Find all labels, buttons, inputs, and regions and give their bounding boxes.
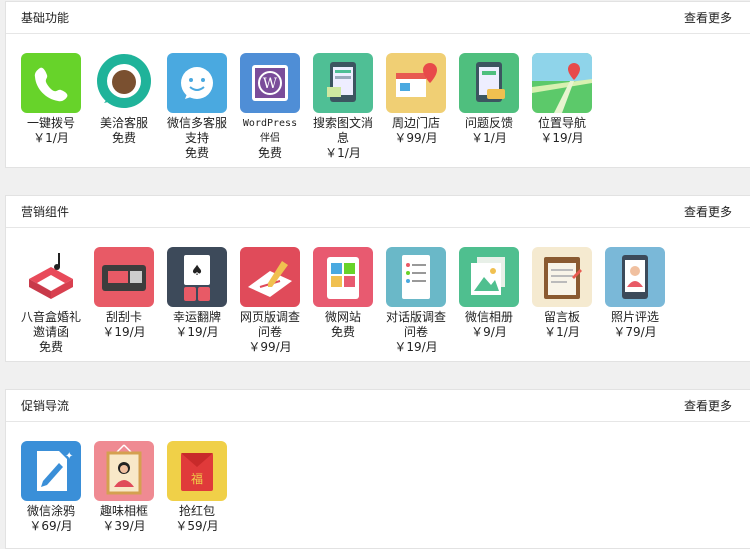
app-price: ￥1/月 [544, 325, 580, 339]
app-item-scratch-card[interactable]: 刮刮卡 ￥19/月 [94, 247, 167, 355]
app-price: ￥1/月 [325, 146, 361, 160]
phone-news-icon [313, 53, 373, 113]
music-box-icon [21, 247, 81, 307]
app-item-micro-site[interactable]: 微网站 免费 [313, 247, 386, 355]
app-item-message-board[interactable]: 留言板 ￥1/月 [532, 247, 605, 355]
app-price: ￥79/月 [613, 325, 657, 339]
app-price: ￥19/月 [394, 340, 438, 354]
app-price: ￥19/月 [540, 131, 584, 145]
app-grid: 一键拨号 ￥1/月 美洽客服 免费 微信多客服支持 免费 W WordPress… [6, 34, 750, 161]
doodle-icon: ✦ [21, 441, 81, 501]
phone-feedback-icon [459, 53, 519, 113]
dialog-survey-icon [386, 247, 446, 307]
app-name: 一键拨号 [26, 116, 75, 130]
photo-vote-icon [605, 247, 665, 307]
app-name: 美洽客服 [99, 116, 148, 130]
wordpress-icon: W [240, 53, 300, 113]
app-item-multi-cs[interactable]: 微信多客服支持 免费 [167, 53, 240, 161]
app-name: 趣味相框 [99, 504, 148, 518]
app-name: 问题反馈 [464, 116, 513, 130]
svg-text:W: W [263, 76, 278, 92]
chat-bubble-icon [94, 53, 154, 113]
app-grid: ✦ 微信涂鸦 ￥69/月 趣味相框 ￥39/月 福 抢红包 ￥59/月 [6, 422, 750, 534]
app-name: 幸运翻牌 [172, 310, 221, 324]
app-name: 留言板 [543, 310, 580, 324]
app-name: WordPress伴侣 [242, 118, 298, 144]
app-price: ￥39/月 [102, 519, 146, 533]
app-item-feedback[interactable]: 问题反馈 ￥1/月 [459, 53, 532, 161]
app-name: 网页版调查问卷 [240, 310, 301, 339]
message-board-icon [532, 247, 592, 307]
view-more-link[interactable]: 查看更多 [684, 203, 732, 220]
view-more-link[interactable]: 查看更多 [684, 397, 732, 414]
app-price: ￥69/月 [29, 519, 73, 533]
section-title: 促销导流 [21, 399, 70, 413]
survey-pen-icon [240, 247, 300, 307]
app-item-music-box[interactable]: 八音盒婚礼邀请函 免费 [21, 247, 94, 355]
app-name: 周边门店 [391, 116, 440, 130]
fu-glyph: 福 [191, 471, 203, 486]
app-price: ￥99/月 [394, 131, 438, 145]
red-envelope-icon: 福 [167, 441, 227, 501]
smiley-icon [167, 53, 227, 113]
app-item-meiqia[interactable]: 美洽客服 免费 [94, 53, 167, 161]
app-price: ￥19/月 [102, 325, 146, 339]
app-item-photo-album[interactable]: 微信相册 ￥9/月 [459, 247, 532, 355]
app-name: 对话版调查问卷 [386, 310, 447, 339]
section-title: 基础功能 [21, 11, 70, 25]
app-price: 免费 [330, 325, 355, 339]
app-item-photo-frame[interactable]: 趣味相框 ￥39/月 [94, 441, 167, 534]
map-navigation-icon [532, 53, 592, 113]
app-item-navigation[interactable]: 位置导航 ￥19/月 [532, 53, 605, 161]
section-basic: 基础功能 查看更多 一键拨号 ￥1/月 美洽客服 免费 微信多客服支持 免费 W… [5, 1, 750, 168]
photo-album-icon [459, 247, 519, 307]
micro-site-icon [313, 247, 373, 307]
app-price: ￥99/月 [248, 340, 292, 354]
app-item-dial[interactable]: 一键拨号 ￥1/月 [21, 53, 94, 161]
store-pin-icon [386, 53, 446, 113]
app-name: 抢红包 [178, 504, 215, 518]
app-price: ￥59/月 [175, 519, 219, 533]
app-item-nearby-store[interactable]: 周边门店 ￥99/月 [386, 53, 459, 161]
app-name: 微信相册 [464, 310, 513, 324]
section-header: 营销组件 查看更多 [6, 196, 750, 228]
app-item-photo-vote[interactable]: 照片评选 ￥79/月 [605, 247, 678, 355]
svg-text:✦: ✦ [65, 451, 73, 462]
app-name: 微网站 [324, 310, 361, 324]
app-item-wordpress[interactable]: W WordPress伴侣 免费 [240, 53, 313, 161]
app-price: 免费 [257, 146, 282, 160]
app-price: 免费 [111, 131, 136, 145]
app-name: 八音盒婚礼邀请函 [21, 310, 82, 339]
app-price: 免费 [38, 340, 63, 354]
section-promotion: 促销导流 查看更多 ✦ 微信涂鸦 ￥69/月 趣味相框 ￥39/月 福 抢红包 … [5, 389, 750, 549]
svg-text:♠: ♠ [191, 263, 204, 279]
app-price: ￥1/月 [471, 131, 507, 145]
app-name: 搜索图文消息 [313, 116, 374, 145]
app-price: ￥9/月 [471, 325, 507, 339]
app-name: 照片评选 [610, 310, 659, 324]
section-header: 促销导流 查看更多 [6, 390, 750, 422]
app-grid: 八音盒婚礼邀请函 免费 刮刮卡 ￥19/月 ♠ 幸运翻牌 ￥19/月 网页版调查… [6, 228, 750, 355]
app-price: ￥19/月 [175, 325, 219, 339]
app-name: 刮刮卡 [105, 310, 142, 324]
app-price: ￥1/月 [33, 131, 69, 145]
section-header: 基础功能 查看更多 [6, 2, 750, 34]
scratch-card-icon [94, 247, 154, 307]
phone-icon [21, 53, 81, 113]
app-item-red-envelope[interactable]: 福 抢红包 ￥59/月 [167, 441, 240, 534]
app-item-web-survey[interactable]: 网页版调查问卷 ￥99/月 [240, 247, 313, 355]
app-item-doodle[interactable]: ✦ 微信涂鸦 ￥69/月 [21, 441, 94, 534]
app-item-search-news[interactable]: 搜索图文消息 ￥1/月 [313, 53, 386, 161]
app-name: 微信涂鸦 [26, 504, 75, 518]
section-marketing: 营销组件 查看更多 八音盒婚礼邀请函 免费 刮刮卡 ￥19/月 ♠ 幸运翻牌 ￥… [5, 195, 750, 362]
app-item-lucky-cards[interactable]: ♠ 幸运翻牌 ￥19/月 [167, 247, 240, 355]
app-price: 免费 [184, 146, 209, 160]
playing-cards-icon: ♠ [167, 247, 227, 307]
app-name: 微信多客服支持 [167, 116, 228, 145]
section-title: 营销组件 [21, 205, 70, 219]
photo-frame-icon [94, 441, 154, 501]
app-item-dialog-survey[interactable]: 对话版调查问卷 ￥19/月 [386, 247, 459, 355]
app-name: 位置导航 [537, 116, 586, 130]
view-more-link[interactable]: 查看更多 [684, 9, 732, 26]
